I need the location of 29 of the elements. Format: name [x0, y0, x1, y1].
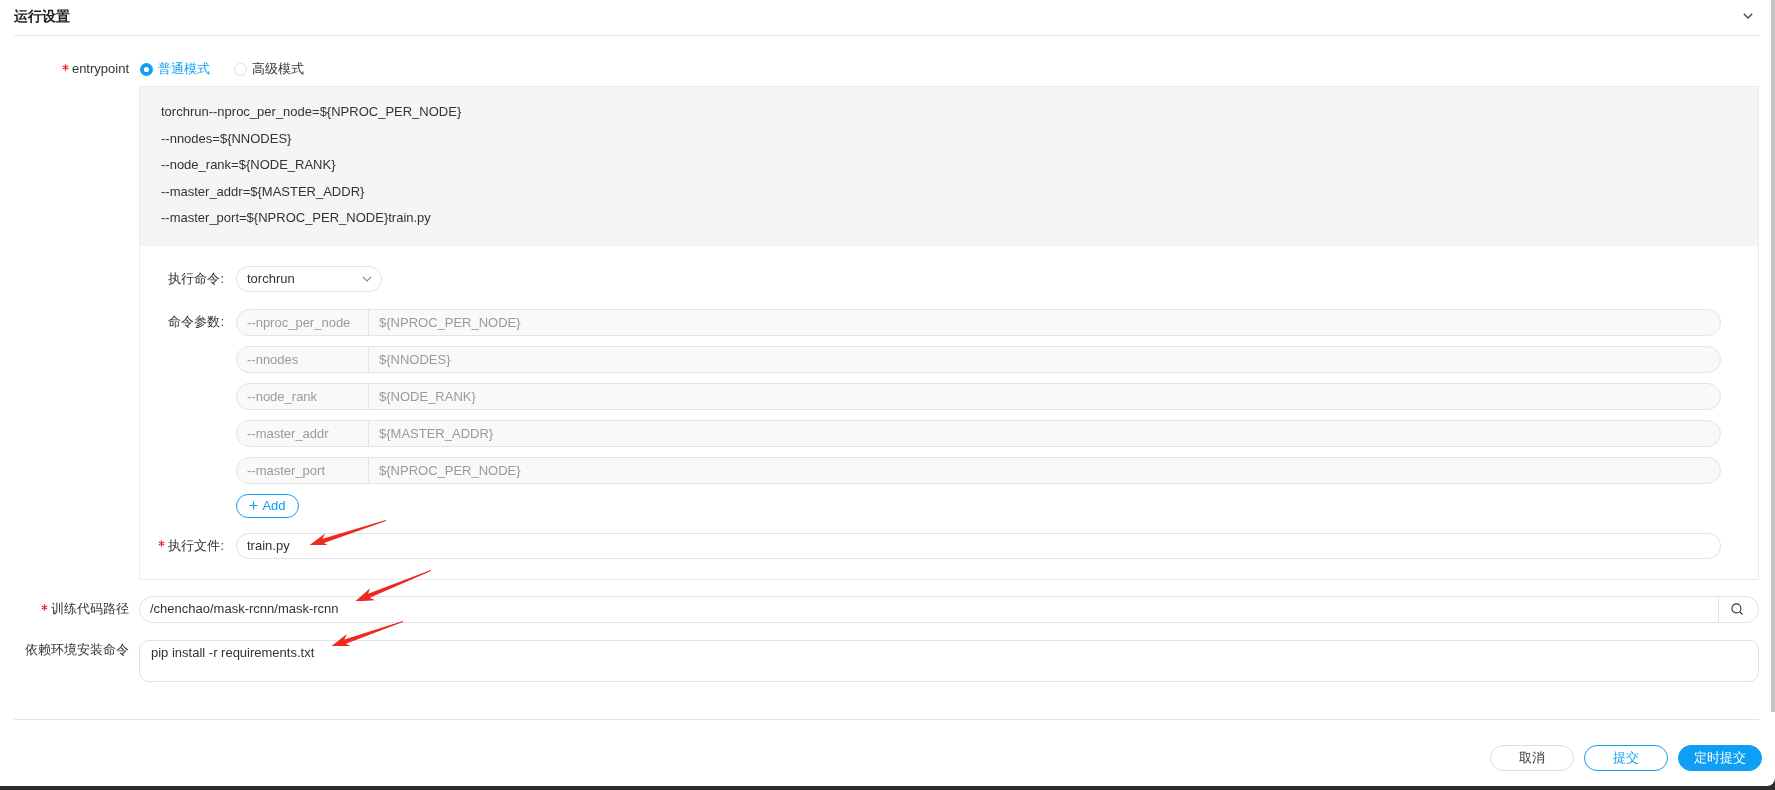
field-label: 执行命令: — [168, 269, 224, 288]
section-title: 运行设置 — [14, 6, 70, 26]
command-preview-line: --node_rank=${NODE_RANK} — [161, 156, 337, 174]
scrollbar-thumb[interactable] — [1771, 0, 1775, 712]
chevron-down-icon[interactable] — [1743, 13, 1753, 19]
exec-file-field[interactable]: train.py — [236, 532, 1721, 559]
add-button[interactable]: Add — [236, 493, 299, 518]
install-command-field[interactable]: pip install -r requirements.txt — [139, 639, 1759, 682]
scheduled-submit-button[interactable]: 定时提交 — [1678, 744, 1762, 771]
cancel-button[interactable]: 取消 — [1490, 744, 1574, 771]
mode-radio[interactable]: 高级模式 — [234, 59, 304, 79]
command-preview-line: --master_port=${NPROC_PER_NODE}train.py — [161, 209, 432, 227]
field-label: 执行文件: — [168, 536, 224, 555]
radio-checked-icon[interactable] — [140, 62, 153, 76]
command-preview-line: torchrun--nproc_per_node=${NPROC_PER_NODE} — [161, 103, 463, 121]
plus-icon — [249, 501, 259, 510]
submit-button[interactable]: 提交 — [1584, 744, 1668, 771]
field-label: 命令参数: — [168, 313, 224, 331]
search-button[interactable] — [1718, 595, 1759, 623]
mode-radio[interactable]: 普通模式 — [140, 59, 210, 79]
radio-unchecked-icon[interactable] — [234, 62, 247, 76]
field-label: 训练代码路径 — [51, 600, 129, 618]
field-label: entrypoint — [71, 60, 129, 78]
command-select[interactable]: torchrun — [236, 265, 382, 292]
field-label: 依赖环境安装命令 — [25, 640, 129, 659]
command-preview-line: --nnodes=${NNODES} — [161, 129, 293, 148]
command-preview-line: --master_addr=${MASTER_ADDR} — [161, 182, 366, 201]
code-path-field[interactable]: /chenchao/mask-rcnn/mask-rcnn — [139, 595, 1719, 623]
search-icon — [1730, 603, 1743, 615]
